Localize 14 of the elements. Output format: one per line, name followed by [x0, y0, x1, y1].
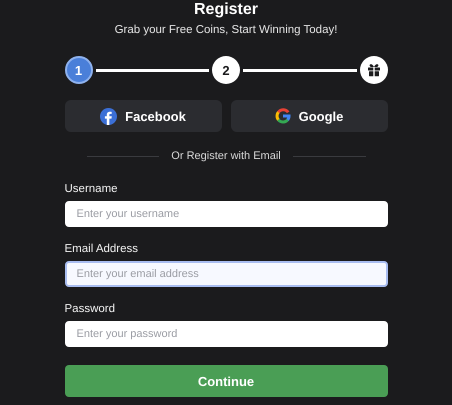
facebook-button[interactable]: Facebook [64, 100, 222, 132]
field-label: Email Address [64, 243, 140, 255]
google-icon [274, 108, 291, 124]
google-button[interactable]: Google [230, 100, 388, 132]
step-indicator: 1 [64, 56, 92, 84]
facebook-icon [100, 108, 118, 124]
gift-icon [366, 63, 380, 77]
subtitle: Grab your Free Coins, Start Winning Today! [114, 24, 338, 36]
field-label: Username [64, 183, 119, 195]
step-indicator: 2 [212, 56, 240, 84]
input-field[interactable]: Enter your email address [64, 261, 388, 287]
divider-text: Or Register with Email [171, 150, 281, 162]
field-label: Password [64, 303, 116, 315]
page-title: Register [192, 1, 260, 19]
